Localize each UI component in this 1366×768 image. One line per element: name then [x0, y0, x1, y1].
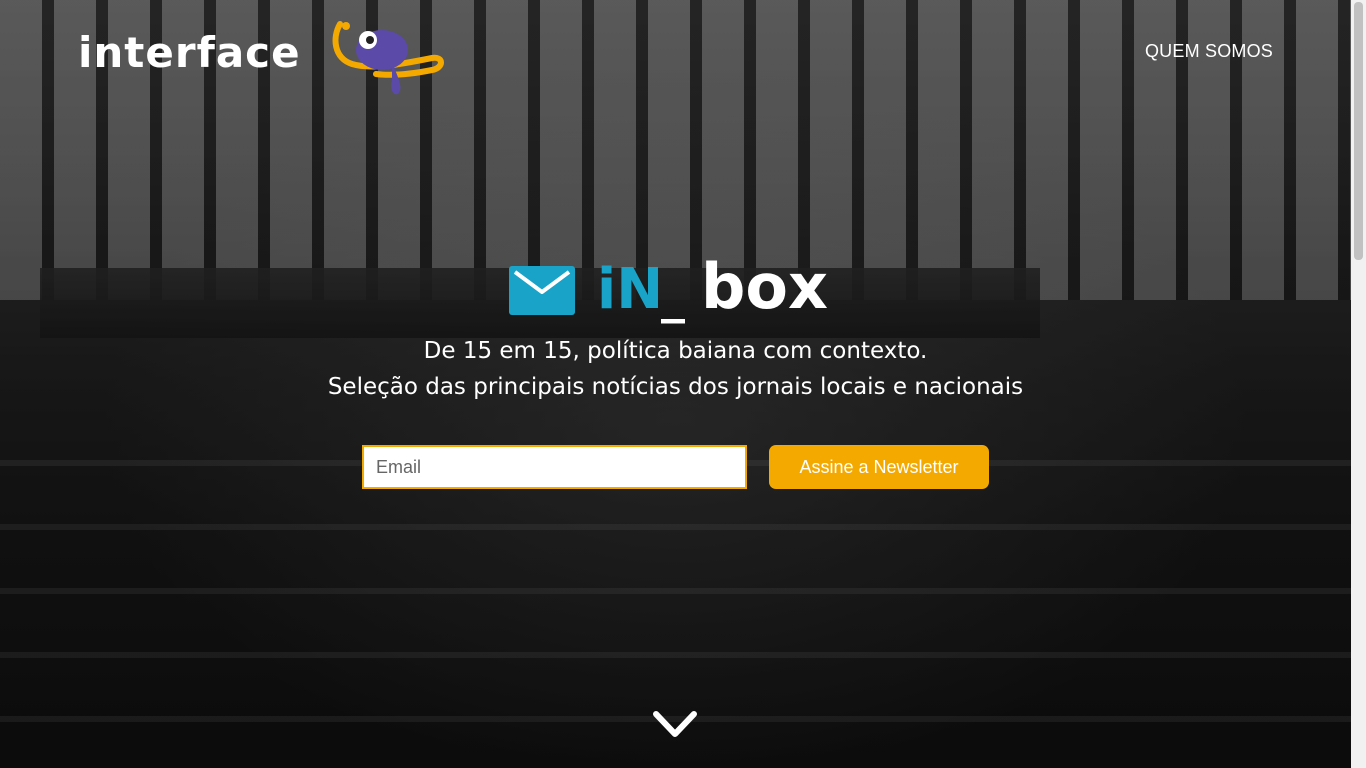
brand-logo[interactable]: interface	[78, 21, 444, 95]
inbox-logo-box: box	[701, 252, 828, 323]
inbox-logo-underscore: _	[661, 268, 685, 324]
hero-tagline-line1: De 15 em 15, política baiana com context…	[423, 338, 928, 364]
hero-tagline-line2: Seleção das principais notícias dos jorn…	[327, 374, 1024, 400]
email-input[interactable]	[362, 445, 747, 489]
chameleon-mascot-icon	[332, 21, 444, 95]
chevron-down-icon[interactable]	[652, 708, 698, 742]
page-scrollbar[interactable]	[1351, 0, 1366, 768]
brand-wordmark: interface	[78, 28, 301, 77]
subscribe-button[interactable]: Assine a Newsletter	[769, 445, 989, 489]
scrollbar-thumb[interactable]	[1354, 2, 1363, 260]
envelope-icon	[509, 266, 575, 315]
inbox-logo: iN _ box	[509, 252, 828, 324]
inbox-logo-in: iN	[597, 257, 663, 322]
nav-link-about[interactable]: QUEM SOMOS	[1145, 41, 1273, 62]
